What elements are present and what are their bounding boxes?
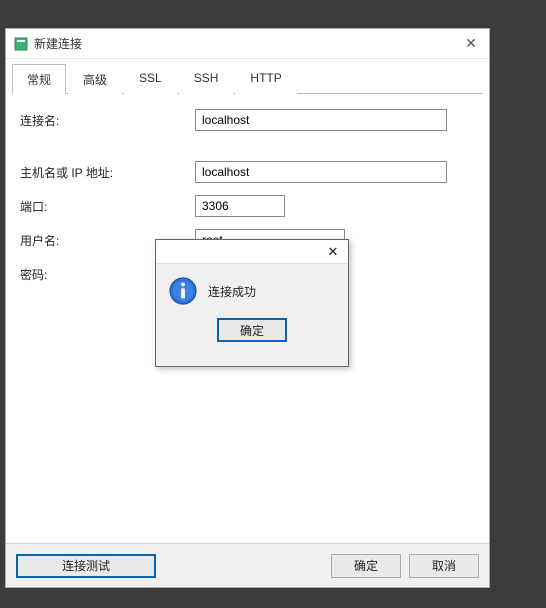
conn-name-input[interactable] [195,109,447,131]
ok-button[interactable]: 确定 [331,554,401,578]
dialog-footer: 确定 [156,312,348,352]
info-icon [168,276,198,306]
dialog-ok-button[interactable]: 确定 [217,318,287,342]
dialog-message: 连接成功 [208,283,256,300]
titlebar: 新建连接 ✕ [6,29,489,59]
window-title: 新建连接 [34,35,461,52]
host-label: 主机名或 IP 地址: [20,164,195,181]
host-input[interactable] [195,161,447,183]
tab-ssh[interactable]: SSH [179,64,234,94]
dialog-body: 连接成功 [156,264,348,312]
test-connection-button[interactable]: 连接测试 [16,554,156,578]
dialog-titlebar: ✕ [156,240,348,264]
tab-bar: 常规 高级 SSL SSH HTTP [6,59,489,93]
cancel-button[interactable]: 取消 [409,554,479,578]
tab-advanced[interactable]: 高级 [68,64,122,94]
bottom-bar: 连接测试 确定 取消 [6,543,489,587]
port-label: 端口: [20,198,195,215]
info-dialog: ✕ 连接成功 确定 [155,239,349,367]
tab-ssl[interactable]: SSL [124,64,177,94]
dialog-close-icon[interactable]: ✕ [324,244,342,260]
close-icon[interactable]: ✕ [461,35,481,52]
conn-name-label: 连接名: [20,112,195,129]
tab-general[interactable]: 常规 [12,64,66,94]
tab-http[interactable]: HTTP [235,64,296,94]
app-icon [14,37,28,51]
port-input[interactable] [195,195,285,217]
